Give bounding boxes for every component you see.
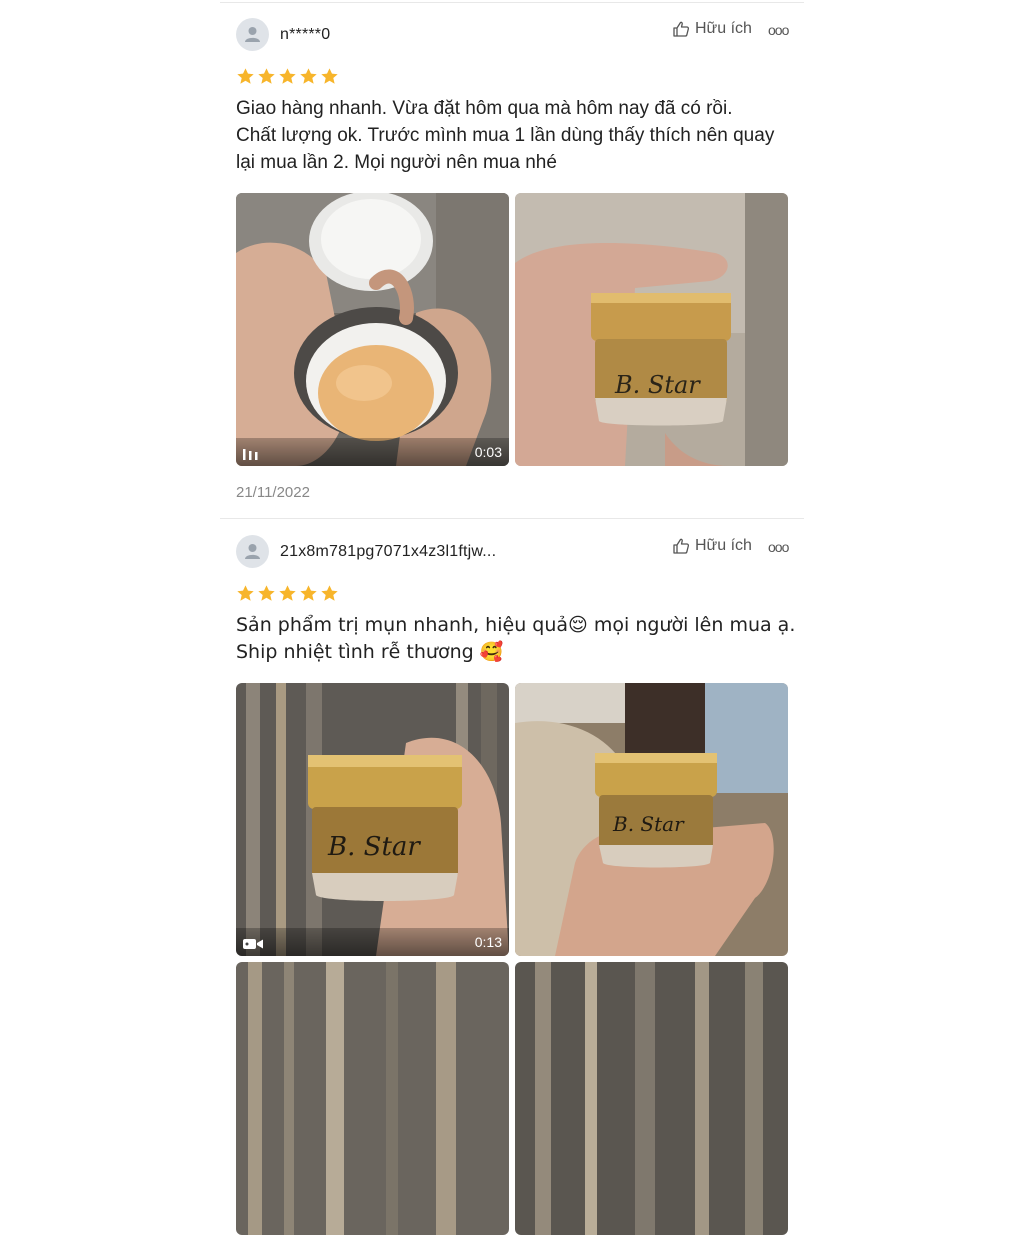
star-icon (321, 68, 338, 84)
svg-text:B. Star: B. Star (327, 832, 421, 862)
helpful-button[interactable]: Hữu ích (672, 537, 752, 555)
user-icon (245, 544, 260, 559)
video-overlay-bar (236, 928, 509, 956)
video-playing-icon (243, 449, 258, 460)
review-video-thumbnail[interactable]: 0:03 (236, 193, 509, 466)
rating-stars (236, 584, 339, 603)
video-duration: 0:13 (474, 934, 502, 950)
partial-photo (515, 962, 788, 1235)
review-text-line: Ship nhiệt tình rễ thương 🥰 (236, 641, 504, 663)
review-media-row (236, 962, 788, 1235)
review-text-line: lại mua lần 2. Mọi người nên mua nhé (236, 152, 557, 173)
review-image-thumbnail[interactable]: B. Star (515, 193, 788, 466)
review-text-line: Sản phẩm trị mụn nhanh, hiệu quả😌 mọi ng… (236, 614, 796, 636)
gold-jar-photo: B. Star (236, 683, 509, 956)
helpful-label: Hữu ích (695, 20, 752, 37)
svg-text:B. Star: B. Star (614, 371, 701, 399)
avatar (236, 535, 269, 568)
top-divider (220, 2, 804, 3)
review-text-line: Giao hàng nhanh. Vừa đặt hôm qua mà hôm … (236, 98, 733, 119)
review-media: B. Star 0:13 B. Star (236, 683, 788, 956)
star-icon (237, 585, 254, 601)
rating-stars (236, 67, 339, 86)
review-text: Giao hàng nhanh. Vừa đặt hôm qua mà hôm … (236, 95, 796, 176)
review-text: Sản phẩm trị mụn nhanh, hiệu quả😌 mọi ng… (236, 612, 796, 666)
star-icon (258, 585, 275, 601)
partial-photo (236, 962, 509, 1235)
avatar (236, 18, 269, 51)
review-text-line: Chất lượng ok. Trước mình mua 1 lần dùng… (236, 125, 775, 146)
video-duration: 0:03 (474, 444, 502, 460)
review-media: 0:03 B. Star (236, 193, 788, 466)
star-icon (279, 585, 296, 601)
star-icon (279, 68, 296, 84)
more-icon[interactable]: ooo (768, 22, 789, 38)
user-icon (245, 27, 260, 42)
star-icon (321, 585, 338, 601)
review-video-thumbnail[interactable]: B. Star 0:13 (236, 683, 509, 956)
star-icon (258, 68, 275, 84)
review-date: 21/11/2022 (236, 484, 310, 501)
helpful-button[interactable]: Hữu ích (672, 20, 752, 38)
review-divider (220, 518, 804, 519)
gold-jar-photo: B. Star (515, 193, 788, 466)
cream-jar-photo (236, 193, 509, 466)
more-icon[interactable]: ooo (768, 539, 789, 555)
reviewer-username: 21x8m781pg7071x4z3l1ftjw... (280, 543, 497, 560)
thumbs-up-icon (673, 538, 690, 554)
video-camera-icon (243, 939, 263, 949)
review-image-thumbnail[interactable]: B. Star (515, 683, 788, 956)
review-image-thumbnail[interactable] (515, 962, 788, 1235)
gold-jar-photo: B. Star (515, 683, 788, 956)
video-overlay-bar (236, 438, 509, 466)
star-icon (237, 68, 254, 84)
review-image-thumbnail[interactable] (236, 962, 509, 1235)
helpful-label: Hữu ích (695, 537, 752, 554)
star-icon (300, 68, 317, 84)
star-icon (300, 585, 317, 601)
svg-text:B. Star: B. Star (612, 812, 685, 836)
reviewer-username: n*****0 (280, 26, 331, 43)
thumbs-up-icon (673, 21, 690, 37)
reviews-column: n*****0 Hữu ích ooo Giao hàng nhanh. Vừa… (220, 0, 804, 1235)
